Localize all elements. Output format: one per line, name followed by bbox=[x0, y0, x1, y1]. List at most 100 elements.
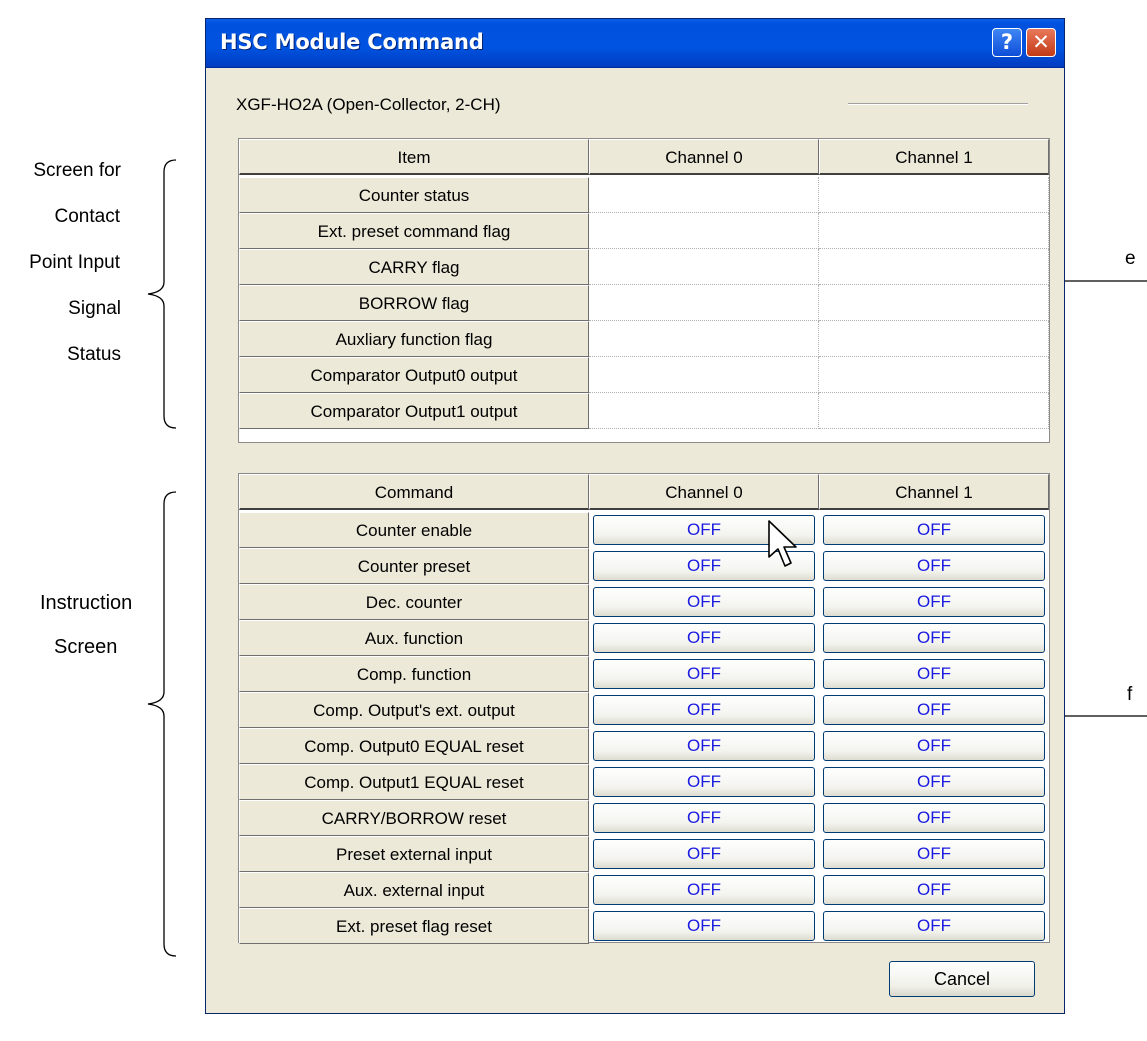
cancel-button[interactable]: Cancel bbox=[889, 961, 1035, 997]
ch1-toggle-button[interactable]: OFF bbox=[823, 551, 1045, 581]
ch1-toggle-button[interactable]: OFF bbox=[823, 695, 1045, 725]
status-annotation-line-4: Signal bbox=[68, 298, 121, 319]
command-label: Comp. Output1 EQUAL reset bbox=[239, 764, 589, 800]
column-header-item[interactable]: Item bbox=[239, 139, 589, 175]
status-value-ch1 bbox=[819, 249, 1049, 285]
ch0-toggle-button[interactable]: OFF bbox=[593, 875, 815, 905]
status-value-ch1 bbox=[819, 393, 1049, 429]
status-value-ch0 bbox=[589, 213, 819, 249]
title-bar[interactable]: HSC Module Command ? ✕ bbox=[206, 19, 1064, 68]
command-table-header: Command Channel 0 Channel 1 bbox=[239, 474, 1049, 511]
column-header-channel-1[interactable]: Channel 1 bbox=[819, 474, 1049, 510]
ch0-toggle-button[interactable]: OFF bbox=[593, 695, 815, 725]
table-row: Comp. function OFF OFF bbox=[239, 656, 1049, 693]
column-header-channel-1[interactable]: Channel 1 bbox=[819, 139, 1049, 175]
ch0-toggle-button[interactable]: OFF bbox=[593, 767, 815, 797]
table-row: Counter preset OFF OFF bbox=[239, 548, 1049, 585]
table-row: Auxliary function flag bbox=[239, 321, 1049, 358]
ch0-toggle-button[interactable]: OFF bbox=[593, 911, 815, 941]
table-row: CARRY flag bbox=[239, 249, 1049, 286]
command-label: Counter enable bbox=[239, 512, 589, 548]
ch1-toggle-button[interactable]: OFF bbox=[823, 839, 1045, 869]
command-label: Dec. counter bbox=[239, 584, 589, 620]
group-divider bbox=[848, 103, 1028, 105]
table-row: Comp. Output0 EQUAL reset OFF OFF bbox=[239, 728, 1049, 765]
status-value-ch1 bbox=[819, 321, 1049, 357]
marker-f-label: f bbox=[1127, 684, 1133, 705]
window-title: HSC Module Command bbox=[220, 30, 484, 54]
column-header-channel-0[interactable]: Channel 0 bbox=[589, 139, 819, 175]
table-row: Preset external input OFF OFF bbox=[239, 836, 1049, 873]
command-label: Ext. preset flag reset bbox=[239, 908, 589, 944]
ch0-toggle-button[interactable]: OFF bbox=[593, 587, 815, 617]
status-value-ch0 bbox=[589, 177, 819, 213]
instruction-annotation-line-1: Instruction bbox=[40, 592, 133, 614]
status-annotation-line-2: Contact bbox=[54, 206, 120, 227]
row-label: BORROW flag bbox=[239, 285, 589, 321]
ch0-toggle-button[interactable]: OFF bbox=[593, 659, 815, 689]
status-annotation-line-3: Point Input bbox=[29, 252, 120, 273]
help-button[interactable]: ? bbox=[992, 28, 1022, 57]
ch1-toggle-button[interactable]: OFF bbox=[823, 587, 1045, 617]
table-row: Comparator Output0 output bbox=[239, 357, 1049, 394]
table-row: CARRY/BORROW reset OFF OFF bbox=[239, 800, 1049, 837]
table-row: BORROW flag bbox=[239, 285, 1049, 322]
ch0-toggle-button[interactable]: OFF bbox=[593, 839, 815, 869]
status-table: Item Channel 0 Channel 1 Counter status … bbox=[238, 138, 1050, 443]
close-button[interactable]: ✕ bbox=[1026, 28, 1056, 57]
ch1-toggle-button[interactable]: OFF bbox=[823, 767, 1045, 797]
command-label: Aux. function bbox=[239, 620, 589, 656]
ch1-toggle-button[interactable]: OFF bbox=[823, 623, 1045, 653]
column-header-channel-0[interactable]: Channel 0 bbox=[589, 474, 819, 510]
row-label: Ext. preset command flag bbox=[239, 213, 589, 249]
mouse-pointer-icon bbox=[768, 520, 797, 567]
status-annotation-line-5: Status bbox=[67, 344, 121, 365]
row-label: Auxliary function flag bbox=[239, 321, 589, 357]
ch1-toggle-button[interactable]: OFF bbox=[823, 515, 1045, 545]
status-value-ch0 bbox=[589, 321, 819, 357]
status-value-ch0 bbox=[589, 285, 819, 321]
command-label: Comp. function bbox=[239, 656, 589, 692]
command-label: Aux. external input bbox=[239, 872, 589, 908]
table-row: Ext. preset flag reset OFF OFF bbox=[239, 908, 1049, 945]
row-label: Comparator Output0 output bbox=[239, 357, 589, 393]
instruction-annotation-line-2: Screen bbox=[54, 636, 118, 658]
status-value-ch0 bbox=[589, 249, 819, 285]
instruction-brace bbox=[147, 491, 177, 957]
ch0-toggle-button[interactable]: OFF bbox=[593, 803, 815, 833]
ch0-toggle-button[interactable]: OFF bbox=[593, 731, 815, 761]
ch1-toggle-button[interactable]: OFF bbox=[823, 731, 1045, 761]
module-name: XGF-HO2A (Open-Collector, 2-CH) bbox=[236, 95, 501, 114]
ch1-toggle-button[interactable]: OFF bbox=[823, 659, 1045, 689]
status-value-ch1 bbox=[819, 213, 1049, 249]
command-label: Comp. Output0 EQUAL reset bbox=[239, 728, 589, 764]
table-row: Ext. preset command flag bbox=[239, 213, 1049, 250]
table-row: Comp. Output's ext. output OFF OFF bbox=[239, 692, 1049, 729]
status-value-ch1 bbox=[819, 357, 1049, 393]
table-row: Comp. Output1 EQUAL reset OFF OFF bbox=[239, 764, 1049, 801]
ch1-toggle-button[interactable]: OFF bbox=[823, 875, 1045, 905]
command-label: CARRY/BORROW reset bbox=[239, 800, 589, 836]
row-label: Comparator Output1 output bbox=[239, 393, 589, 429]
table-row: Counter enable OFF OFF bbox=[239, 512, 1049, 549]
command-label: Counter preset bbox=[239, 548, 589, 584]
status-table-header: Item Channel 0 Channel 1 bbox=[239, 139, 1049, 176]
status-annotation-line-1: Screen for bbox=[33, 160, 121, 181]
marker-e-label: e bbox=[1125, 248, 1136, 269]
table-row: Aux. external input OFF OFF bbox=[239, 872, 1049, 909]
table-row: Aux. function OFF OFF bbox=[239, 620, 1049, 657]
status-value-ch1 bbox=[819, 177, 1049, 213]
status-brace bbox=[147, 159, 177, 429]
column-header-command[interactable]: Command bbox=[239, 474, 589, 510]
command-label: Preset external input bbox=[239, 836, 589, 872]
ch1-toggle-button[interactable]: OFF bbox=[823, 911, 1045, 941]
command-table: Command Channel 0 Channel 1 Counter enab… bbox=[238, 473, 1050, 945]
row-label: CARRY flag bbox=[239, 249, 589, 285]
ch1-toggle-button[interactable]: OFF bbox=[823, 803, 1045, 833]
status-value-ch0 bbox=[589, 393, 819, 429]
ch0-toggle-button[interactable]: OFF bbox=[593, 623, 815, 653]
table-row: Comparator Output1 output bbox=[239, 393, 1049, 430]
status-value-ch0 bbox=[589, 357, 819, 393]
table-row: Dec. counter OFF OFF bbox=[239, 584, 1049, 621]
row-label: Counter status bbox=[239, 177, 589, 213]
